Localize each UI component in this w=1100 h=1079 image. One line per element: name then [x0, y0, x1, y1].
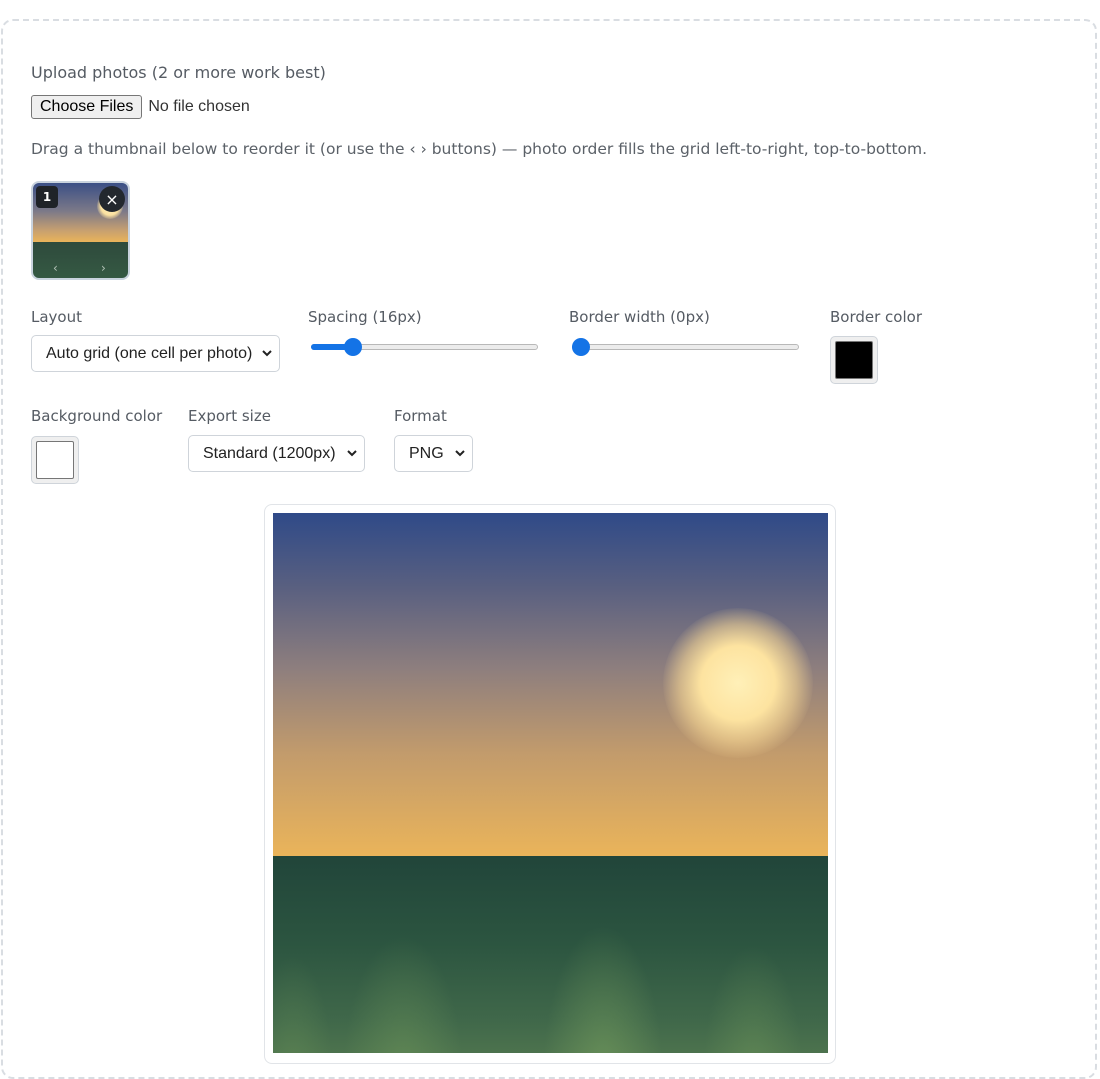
close-icon: × — [105, 189, 119, 209]
chevron-down-icon — [347, 450, 357, 457]
background-color-swatch — [36, 441, 74, 479]
chevron-down-icon — [455, 450, 465, 457]
chevron-down-icon — [262, 350, 272, 357]
border-width-slider[interactable] — [572, 337, 799, 357]
export-size-label: Export size — [188, 407, 271, 425]
photo-thumbnail[interactable]: 1 × ‹ › — [31, 181, 130, 280]
format-select[interactable]: PNG — [394, 435, 473, 472]
border-width-label: Border width (0px) — [569, 308, 710, 326]
reorder-hint: Drag a thumbnail below to reorder it (or… — [31, 140, 928, 158]
background-color-label: Background color — [31, 407, 163, 425]
layout-select-value: Auto grid (one cell per photo) — [46, 344, 253, 362]
export-size-select-value: Standard (1200px) — [203, 444, 336, 462]
file-status: No file chosen — [148, 98, 250, 115]
remove-photo-button[interactable]: × — [99, 186, 125, 212]
layout-label: Layout — [31, 308, 82, 326]
collage-preview-image — [273, 513, 828, 1053]
spacing-slider[interactable] — [311, 337, 538, 357]
preview-sun — [663, 608, 813, 758]
export-size-select[interactable]: Standard (1200px) — [188, 435, 365, 472]
border-color-label: Border color — [830, 308, 922, 326]
format-select-value: PNG — [409, 444, 444, 462]
format-label: Format — [394, 407, 447, 425]
move-right-button[interactable]: › — [101, 261, 106, 275]
border-color-picker[interactable] — [830, 336, 878, 384]
choose-files-button[interactable]: Choose Files — [31, 95, 143, 119]
layout-select[interactable]: Auto grid (one cell per photo) — [31, 335, 280, 372]
border-color-swatch — [835, 341, 873, 379]
slider-thumb[interactable] — [344, 338, 363, 356]
slider-thumb[interactable] — [572, 338, 590, 356]
thumbnail-order-badge: 1 — [36, 186, 58, 208]
background-color-picker[interactable] — [31, 436, 79, 484]
preview-land — [273, 856, 828, 1053]
spacing-label: Spacing (16px) — [308, 308, 422, 326]
slider-track — [572, 344, 799, 350]
file-input[interactable]: Choose Files No file chosen — [31, 95, 250, 119]
move-left-button[interactable]: ‹ — [53, 261, 58, 275]
upload-label: Upload photos (2 or more work best) — [31, 63, 326, 82]
